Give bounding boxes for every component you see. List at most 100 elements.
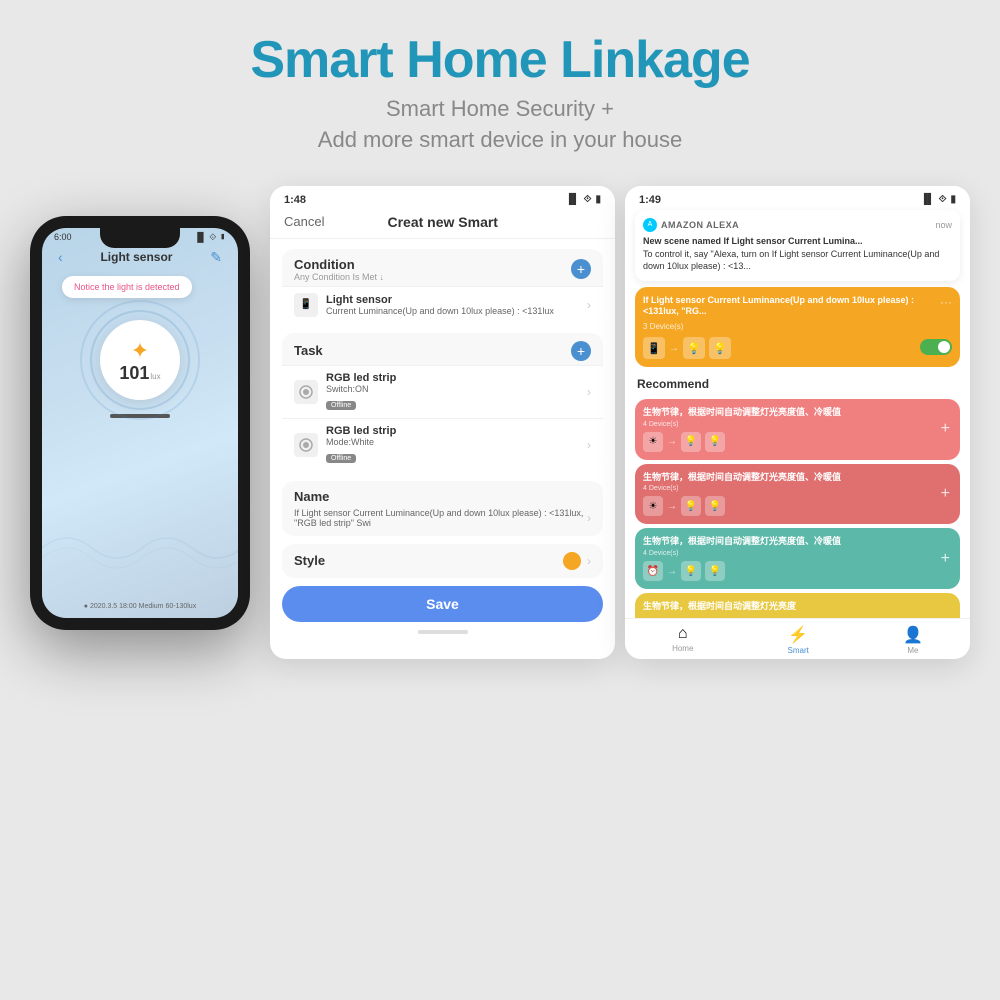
rec2-icon1: ☀ bbox=[643, 496, 663, 516]
active-device-count: 3 Device(s) bbox=[643, 322, 952, 331]
style-color-dot bbox=[563, 552, 581, 570]
ss1-cancel-button[interactable]: Cancel bbox=[284, 214, 324, 229]
recommend-title: Recommend bbox=[625, 373, 970, 395]
phone-screen: 6:00 ▐▌ ⟐ ▮ ‹ Light sensor ✎ Notice the … bbox=[42, 228, 238, 618]
rec1-devices: ☀ → 💡 💡 bbox=[643, 432, 952, 452]
page-subtitle: Smart Home Security + Add more smart dev… bbox=[20, 94, 980, 156]
arrow-icon: → bbox=[669, 343, 679, 354]
rec-card-3[interactable]: 生物节律，根据时间自动调整灯光亮度值、冷暖值 4 Device(s) ⏰ → 💡… bbox=[635, 528, 960, 589]
style-chevron: › bbox=[587, 554, 591, 568]
rec-card-2[interactable]: 生物节律，根据时间自动调整灯光亮度值、冷暖值 4 Device(s) ☀ → 💡… bbox=[635, 464, 960, 525]
phone-back-icon[interactable]: ‹ bbox=[58, 249, 63, 265]
ss2-time: 1:49 bbox=[639, 194, 661, 206]
task-title: Task bbox=[294, 343, 323, 358]
light-sensor-name: Light sensor bbox=[326, 294, 587, 306]
style-section[interactable]: Style › bbox=[282, 544, 603, 578]
light-sensor-sub: Current Luminance(Up and down 10lux plea… bbox=[326, 306, 587, 316]
condition-add-button[interactable]: + bbox=[571, 259, 591, 279]
phone-time: 6:00 bbox=[54, 232, 72, 243]
ss1-nav: Cancel Creat new Smart bbox=[270, 210, 615, 239]
notif-app-label: A AMAZON ALEXA bbox=[643, 218, 739, 232]
rec3-arrow: → bbox=[667, 566, 677, 577]
nav-me[interactable]: 👤 Me bbox=[903, 625, 923, 655]
header: Smart Home Linkage Smart Home Security +… bbox=[0, 0, 1000, 176]
rec2-icon3: 💡 bbox=[705, 496, 725, 516]
task-header: Task + bbox=[282, 333, 603, 365]
rgb-led2-item[interactable]: RGB led strip Mode:White Offline › bbox=[282, 418, 603, 471]
light-sensor-icon: 📱 bbox=[294, 293, 318, 317]
light-notification-bubble: Notice the light is detected bbox=[62, 276, 192, 298]
rec1-arrow: → bbox=[667, 436, 677, 447]
active-card-text: If Light sensor Current Luminance(Up and… bbox=[643, 295, 952, 318]
name-section: Name If Light sensor Current Luminance(U… bbox=[282, 481, 603, 536]
nav-home[interactable]: ⌂ Home bbox=[672, 625, 693, 655]
rgb-led1-icon bbox=[294, 380, 318, 404]
ss2-status-icons: ▐▌⟐▮ bbox=[920, 194, 956, 205]
notif-text2: To control it, say "Alexa, turn on If Li… bbox=[643, 249, 952, 272]
rec2-arrow: → bbox=[667, 501, 677, 512]
ss1-time: 1:48 bbox=[284, 194, 306, 206]
condition-title: Condition bbox=[294, 257, 384, 272]
rec1-icon2: 💡 bbox=[681, 432, 701, 452]
rec3-icon1: ⏰ bbox=[643, 561, 663, 581]
name-value: If Light sensor Current Luminance(Up and… bbox=[294, 508, 587, 528]
rec2-icon2: 💡 bbox=[681, 496, 701, 516]
condition-header: Condition Any Condition Is Met ↓ + bbox=[282, 249, 603, 286]
phone-edit-icon[interactable]: ✎ bbox=[210, 249, 222, 266]
screenshots-container: 1:48 ▐▌⟐▮ Cancel Creat new Smart Conditi… bbox=[270, 186, 970, 659]
rec-card-1[interactable]: 生物节律，根据时间自动调整灯光亮度值、冷暖值 4 Device(s) ☀ → 💡… bbox=[635, 399, 960, 460]
phone-nav: ‹ Light sensor ✎ bbox=[42, 245, 238, 270]
rec3-icon2: 💡 bbox=[681, 561, 701, 581]
rgb-led2-icon bbox=[294, 433, 318, 457]
active-scene-card[interactable]: If Light sensor Current Luminance(Up and… bbox=[635, 287, 960, 367]
rec1-add-button[interactable]: + bbox=[941, 420, 950, 438]
content-area: 6:00 ▐▌ ⟐ ▮ ‹ Light sensor ✎ Notice the … bbox=[0, 176, 1000, 669]
rec3-devices: ⏰ → 💡 💡 bbox=[643, 561, 952, 581]
phone-mockup: 6:00 ▐▌ ⟐ ▮ ‹ Light sensor ✎ Notice the … bbox=[30, 216, 250, 630]
rec3-count: 4 Device(s) bbox=[643, 550, 952, 557]
name-row: If Light sensor Current Luminance(Up and… bbox=[294, 508, 591, 528]
nav-smart[interactable]: ⚡ Smart bbox=[788, 625, 809, 655]
rec1-icon1: ☀ bbox=[643, 432, 663, 452]
style-title: Style bbox=[294, 553, 325, 568]
rec2-text: 生物节律，根据时间自动调整灯光亮度值、冷暖值 bbox=[643, 472, 952, 484]
rgb-led2-info: RGB led strip Mode:White Offline bbox=[326, 425, 587, 465]
rec2-add-button[interactable]: + bbox=[941, 485, 950, 503]
condition-sub: Any Condition Is Met ↓ bbox=[294, 272, 384, 282]
name-section-title: Name bbox=[294, 489, 591, 504]
condition-section: Condition Any Condition Is Met ↓ + 📱 Lig… bbox=[282, 249, 603, 323]
task-add-button[interactable]: + bbox=[571, 341, 591, 361]
rgb-led1-item[interactable]: RGB led strip Switch:ON Offline › bbox=[282, 365, 603, 418]
screenshot-create-smart: 1:48 ▐▌⟐▮ Cancel Creat new Smart Conditi… bbox=[270, 186, 615, 659]
notif-header: A AMAZON ALEXA now bbox=[643, 218, 952, 232]
lamp1-device-icon: 💡 bbox=[683, 337, 705, 359]
rec4-text: 生物节律，根据时间自动调整灯光亮度 bbox=[643, 601, 952, 613]
ss1-home-indicator bbox=[418, 630, 468, 634]
nav-home-label: Home bbox=[672, 644, 693, 653]
notif-appname: AMAZON ALEXA bbox=[661, 220, 739, 230]
task-section: Task + RGB led strip Switch:ON Offline › bbox=[282, 333, 603, 471]
sensor-device-icon: 📱 bbox=[643, 337, 665, 359]
light-sensor-item[interactable]: 📱 Light sensor Current Luminance(Up and … bbox=[282, 286, 603, 323]
rec1-count: 4 Device(s) bbox=[643, 421, 952, 428]
save-button[interactable]: Save bbox=[282, 586, 603, 622]
name-chevron: › bbox=[587, 511, 591, 525]
rgb-led2-chevron: › bbox=[587, 438, 591, 452]
rgb-led2-name: RGB led strip bbox=[326, 425, 587, 437]
rgb-led1-status: Offline bbox=[326, 401, 356, 410]
rgb-led1-chevron: › bbox=[587, 385, 591, 399]
more-options-icon[interactable]: ··· bbox=[940, 295, 952, 309]
light-sensor-info: Light sensor Current Luminance(Up and do… bbox=[326, 294, 587, 316]
screenshot-smart-home: 1:49 ▐▌⟐▮ A AMAZON ALEXA now New scene n… bbox=[625, 186, 970, 659]
rec3-icon3: 💡 bbox=[705, 561, 725, 581]
ss2-status-bar: 1:49 ▐▌⟐▮ bbox=[625, 186, 970, 210]
alexa-notification: A AMAZON ALEXA now New scene named If Li… bbox=[635, 210, 960, 281]
rec3-add-button[interactable]: + bbox=[941, 550, 950, 568]
alexa-icon: A bbox=[643, 218, 657, 232]
nav-me-label: Me bbox=[907, 646, 918, 655]
rec2-count: 4 Device(s) bbox=[643, 485, 952, 492]
scene-toggle[interactable] bbox=[920, 339, 952, 355]
ss1-status-icons: ▐▌⟐▮ bbox=[565, 194, 601, 205]
rec3-text: 生物节律，根据时间自动调整灯光亮度值、冷暖值 bbox=[643, 536, 952, 548]
phone-screen-title: Light sensor bbox=[100, 250, 172, 264]
